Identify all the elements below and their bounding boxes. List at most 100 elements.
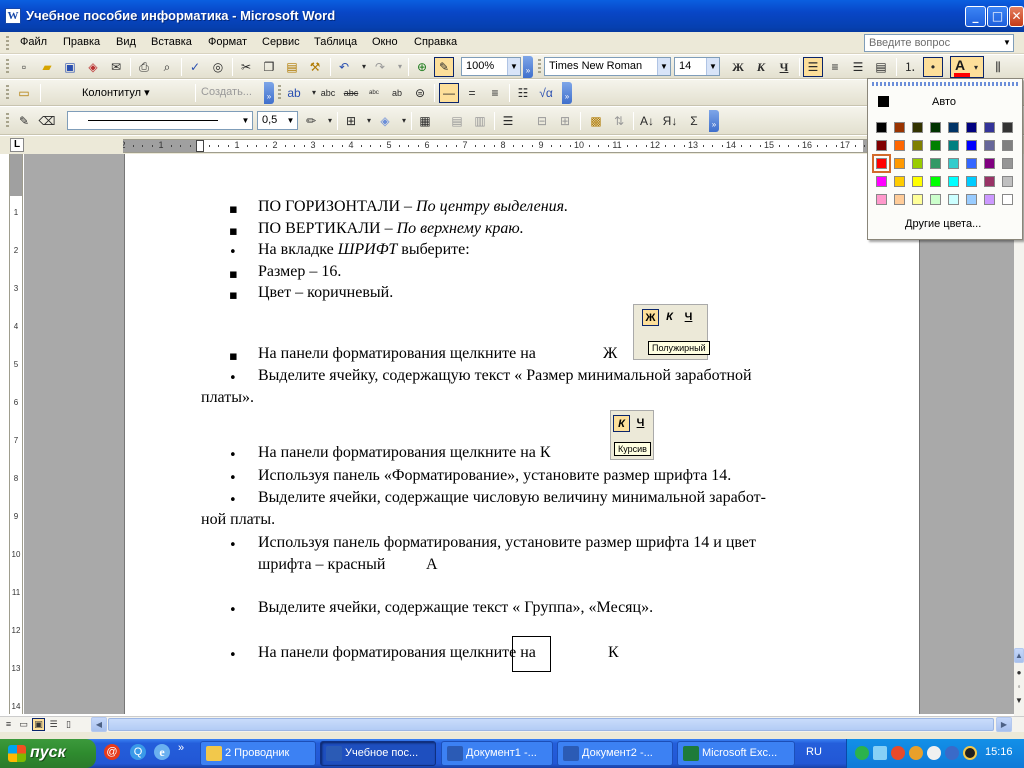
color-swatch[interactable] (1002, 194, 1013, 205)
color-swatch[interactable] (984, 194, 995, 205)
reading-view-icon[interactable]: ▯ (62, 718, 75, 731)
draw-table-icon[interactable]: ✎ (14, 111, 34, 131)
chevron-down-icon[interactable]: ▼ (284, 112, 297, 129)
auto-color-swatch[interactable] (878, 96, 889, 107)
color-swatch[interactable] (894, 176, 905, 187)
line-weight-select[interactable]: 0,5 ▼ (257, 111, 298, 130)
undo-icon[interactable]: ↶ (334, 57, 354, 77)
maximize-button[interactable]: □ (987, 6, 1008, 27)
sort-ascending-icon[interactable]: A↓ (637, 111, 657, 131)
color-swatch[interactable] (948, 176, 959, 187)
chevron-down-icon[interactable]: ▾ (390, 57, 410, 77)
tray-app-icon[interactable] (927, 746, 941, 760)
merge-cells-icon[interactable]: ▤ (447, 111, 467, 131)
email-icon[interactable]: ✉ (106, 57, 126, 77)
star-icon[interactable] (873, 746, 887, 760)
scroll-left-icon[interactable]: ◀ (91, 717, 107, 732)
scroll-up-icon[interactable]: ▲ (1014, 648, 1024, 663)
encircle-icon[interactable]: ⊜ (410, 83, 430, 103)
color-swatch[interactable] (876, 176, 887, 187)
language-indicator[interactable]: RU (806, 746, 822, 758)
color-swatch[interactable] (876, 194, 887, 205)
toolbar-options-icon[interactable]: » (709, 110, 719, 132)
print-icon[interactable]: ⎙ (134, 57, 154, 77)
mail-agent-icon[interactable]: @ (104, 744, 120, 760)
vertical-ruler[interactable]: 1 2 3 4 5 6 7 8 9 10 11 12 13 14 (9, 154, 23, 714)
color-swatch[interactable] (984, 140, 995, 151)
chevron-down-icon[interactable]: ▼ (1001, 35, 1013, 51)
paste-icon[interactable]: ▤ (282, 57, 302, 77)
outline-view-icon[interactable]: ☰ (47, 718, 60, 731)
menu-help[interactable]: Справка (414, 36, 457, 48)
update-icon[interactable] (945, 746, 959, 760)
color-swatch[interactable] (984, 176, 995, 187)
header-footer-icon[interactable]: ▭ (14, 83, 34, 103)
spelling-abc-icon[interactable]: ab (284, 83, 304, 103)
color-swatch[interactable] (912, 140, 923, 151)
color-swatch[interactable] (876, 122, 887, 133)
more-colors-button[interactable]: Другие цвета... (905, 218, 981, 230)
copy-icon[interactable]: ❐ (259, 57, 279, 77)
chevron-down-icon[interactable]: ▼ (706, 58, 719, 75)
color-swatch[interactable] (1002, 158, 1013, 169)
research-icon[interactable]: ◎ (208, 57, 228, 77)
borders-icon[interactable]: ⊞ (341, 111, 361, 131)
toolbar-grip[interactable] (6, 113, 9, 129)
auto-color-label[interactable]: Авто (932, 96, 956, 108)
color-swatch[interactable] (894, 140, 905, 151)
color-swatch[interactable] (966, 158, 977, 169)
word-doc-icon[interactable]: W (5, 8, 21, 24)
selection-frame[interactable] (512, 636, 551, 672)
volume-icon[interactable] (963, 746, 977, 760)
text-direction-icon[interactable]: ⇅ (609, 111, 629, 131)
internet-explorer-icon[interactable]: e (154, 744, 170, 760)
color-swatch[interactable] (966, 140, 977, 151)
autoformat-table-icon[interactable]: ▩ (586, 111, 606, 131)
character-scale-icon[interactable]: ab (387, 83, 407, 103)
align-center-icon[interactable]: ≡ (825, 57, 845, 77)
redo-icon[interactable]: ↷ (370, 57, 390, 77)
tab-selector-icon[interactable]: L (10, 138, 24, 152)
strikethrough-icon[interactable]: abc (341, 83, 361, 103)
color-swatch[interactable] (948, 140, 959, 151)
abc-icon[interactable]: abc (318, 83, 338, 103)
quicklaunch-more-icon[interactable]: » (178, 742, 184, 754)
browse-object-icon[interactable]: ● ◦ ▼ (1014, 666, 1024, 712)
horizontal-ruler[interactable]: 2111234567891011121314151617 (123, 139, 918, 153)
distribute-columns-icon[interactable]: ⊞ (555, 111, 575, 131)
scroll-right-icon[interactable]: ▶ (996, 717, 1012, 732)
clock[interactable]: 15:16 (985, 746, 1013, 758)
color-swatch[interactable] (930, 122, 941, 133)
chevron-down-icon[interactable]: ▼ (239, 112, 252, 129)
insert-table-icon[interactable]: ▦ (415, 111, 435, 131)
print-layout-icon[interactable]: ▣ (32, 718, 45, 731)
color-swatch[interactable] (872, 154, 891, 173)
line-style-select[interactable]: ▼ (67, 111, 253, 130)
color-swatch[interactable] (930, 158, 941, 169)
horizontal-scroll-thumb[interactable] (108, 718, 994, 731)
font-color-palette[interactable]: Авто Другие цвета... (867, 78, 1023, 240)
superscript-icon[interactable]: ᵃᵇᶜ (364, 83, 384, 103)
toolbar-options-icon[interactable]: » (562, 82, 572, 104)
toolbar-grip[interactable] (6, 85, 9, 101)
new-document-icon[interactable]: ▫ (14, 57, 34, 77)
create-button[interactable]: Создать... (201, 86, 252, 98)
normal-view-icon[interactable]: ≡ (2, 718, 15, 731)
toolbar-grip[interactable] (6, 36, 9, 50)
menu-file[interactable]: Файл (20, 36, 47, 48)
italic-button[interactable]: К (751, 57, 771, 77)
document-page[interactable]: ▪ ПО ГОРИЗОНТАЛИ – По центру выделения. … (124, 154, 920, 714)
print-preview-icon[interactable]: ⌕ (157, 57, 177, 77)
color-swatch[interactable] (894, 158, 905, 169)
bullets-icon[interactable]: • (923, 57, 943, 77)
double-line-icon[interactable]: = (462, 83, 482, 103)
menu-insert[interactable]: Вставка (151, 36, 192, 48)
network-icon[interactable] (855, 746, 869, 760)
color-swatch[interactable] (894, 122, 905, 133)
hyperlink-icon[interactable]: ⊕ (412, 57, 432, 77)
color-swatch[interactable] (912, 122, 923, 133)
taskbar-button[interactable]: 2 Проводник (200, 741, 316, 766)
color-swatch[interactable] (912, 158, 923, 169)
color-swatch[interactable] (966, 194, 977, 205)
shading-icon[interactable]: ◈ (375, 111, 395, 131)
